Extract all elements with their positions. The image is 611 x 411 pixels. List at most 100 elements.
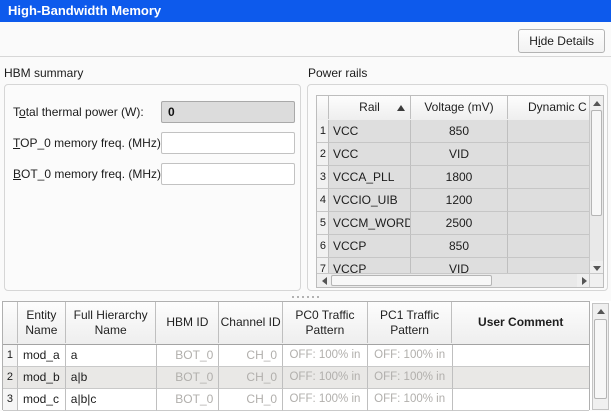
top0-memory-freq-field[interactable] <box>161 132 295 154</box>
rail-cell[interactable]: VCCM_WORD <box>329 212 411 235</box>
dynamic-current-cell[interactable] <box>508 166 591 189</box>
user-comment-cell[interactable] <box>453 345 590 367</box>
entity-name-cell[interactable]: mod_a <box>18 345 66 367</box>
power-rails-table: Rail Voltage (mV) Dynamic C 1 VCC 850 2 … <box>316 95 604 288</box>
power-rails-header-row: Rail Voltage (mV) Dynamic C <box>317 96 603 121</box>
row-number: 6 <box>317 235 329 258</box>
dynamic-current-cell[interactable] <box>508 120 591 143</box>
rail-cell[interactable]: VCCP <box>329 235 411 258</box>
table-row: 4 VCCIO_UIB 1200 <box>317 189 591 212</box>
hbm-id-cell[interactable]: BOT_0 <box>157 345 220 367</box>
channel-id-column-header[interactable]: Channel ID <box>219 302 283 343</box>
vscroll-thumb[interactable] <box>591 110 602 216</box>
entity-corner-header <box>3 302 18 343</box>
row-number: 3 <box>317 166 329 189</box>
table-row: 5 VCCM_WORD 2500 <box>317 212 591 235</box>
power-rails-corner-header <box>317 96 329 119</box>
pc1-traffic-cell[interactable]: OFF: 100% in ... <box>368 367 453 389</box>
channel-id-cell[interactable]: CH_0 <box>219 389 283 411</box>
hbm-id-column-header[interactable]: HBM ID <box>156 302 219 343</box>
hierarchy-cell[interactable]: a|b <box>66 367 157 389</box>
power-rails-vscrollbar[interactable] <box>589 96 603 275</box>
table-row: 3 mod_c a|b|c BOT_0 CH_0 OFF: 100% in ..… <box>3 389 589 411</box>
entity-vscrollbar[interactable] <box>592 303 609 410</box>
pc0-traffic-column-header[interactable]: PC0 Traffic Pattern <box>283 302 368 343</box>
full-hierarchy-column-header[interactable]: Full Hierarchy Name <box>66 302 157 343</box>
toolbar-strip: Hide Details <box>0 22 611 57</box>
table-row: 1 VCC 850 <box>317 120 591 143</box>
voltage-cell[interactable]: 1800 <box>411 166 508 189</box>
pc0-traffic-cell[interactable]: OFF: 100% in ... <box>283 389 368 411</box>
scroll-down-icon <box>593 266 601 271</box>
dynamic-current-cell[interactable] <box>508 235 591 258</box>
power-rails-body: 1 VCC 850 2 VCC VID 3 VCCA_PLL 1800 4 VC… <box>317 120 591 275</box>
table-row: 1 mod_a a BOT_0 CH_0 OFF: 100% in ... OF… <box>3 345 589 367</box>
entity-name-cell[interactable]: mod_b <box>18 367 66 389</box>
entity-name-column-header[interactable]: Entity Name <box>18 302 66 343</box>
voltage-cell[interactable]: 1200 <box>411 189 508 212</box>
user-comment-cell[interactable] <box>453 389 590 411</box>
rail-cell[interactable]: VCCA_PLL <box>329 166 411 189</box>
voltage-column-header[interactable]: Voltage (mV) <box>411 96 508 119</box>
channel-id-cell[interactable]: CH_0 <box>219 345 283 367</box>
pc0-traffic-cell[interactable]: OFF: 100% in ... <box>283 345 368 367</box>
pc1-traffic-cell[interactable]: OFF: 100% in ... <box>368 389 453 411</box>
hbm-summary-groupbox: Total thermal power (W): TOP_0 memory fr… <box>4 84 301 291</box>
vscroll-thumb[interactable] <box>594 319 607 399</box>
table-row: 3 VCCA_PLL 1800 <box>317 166 591 189</box>
dynamic-current-column-header[interactable]: Dynamic C <box>508 96 591 119</box>
table-row: 2 mod_b a|b BOT_0 CH_0 OFF: 100% in ... … <box>3 367 589 389</box>
pc1-traffic-column-header[interactable]: PC1 Traffic Pattern <box>368 302 453 343</box>
total-thermal-power-field[interactable] <box>161 101 295 123</box>
hierarchy-cell[interactable]: a|b|c <box>66 389 157 411</box>
bot0-memory-freq-label: BOT_0 memory freq. (MHz): <box>13 163 164 185</box>
scroll-up-button[interactable] <box>590 96 603 110</box>
panel-title: High-Bandwidth Memory <box>0 0 611 22</box>
scroll-left-button[interactable] <box>317 274 331 287</box>
power-rails-hscrollbar[interactable] <box>317 273 591 287</box>
bot0-memory-freq-field[interactable] <box>161 163 295 185</box>
power-rails-label: Power rails <box>308 66 367 80</box>
splitter-handle-dots <box>292 296 294 298</box>
voltage-cell[interactable]: 2500 <box>411 212 508 235</box>
top0-memory-freq-label: TOP_0 memory freq. (MHz): <box>13 132 164 154</box>
row-number: 1 <box>3 345 18 367</box>
total-thermal-power-label: Total thermal power (W): <box>13 101 144 123</box>
scroll-right-icon <box>582 277 587 285</box>
dynamic-current-cell[interactable] <box>508 143 591 166</box>
voltage-cell[interactable]: VID <box>411 143 508 166</box>
rail-cell[interactable]: VCCIO_UIB <box>329 189 411 212</box>
pane-splitter[interactable] <box>0 292 611 301</box>
hbm-summary-label: HBM summary <box>4 66 83 80</box>
scroll-up-button[interactable] <box>593 304 608 318</box>
scroll-left-icon <box>322 277 327 285</box>
user-comment-cell[interactable] <box>453 367 590 389</box>
dynamic-current-cell[interactable] <box>508 189 591 212</box>
row-number: 3 <box>3 389 18 411</box>
entity-name-cell[interactable]: mod_c <box>18 389 66 411</box>
scroll-up-icon <box>593 101 601 106</box>
dynamic-current-cell[interactable] <box>508 212 591 235</box>
row-number: 1 <box>317 120 329 143</box>
sort-ascending-icon <box>397 105 405 111</box>
hierarchy-cell[interactable]: a <box>66 345 157 367</box>
voltage-cell[interactable]: 850 <box>411 120 508 143</box>
entity-table: Entity Name Full Hierarchy Name HBM ID C… <box>2 301 590 410</box>
rail-column-header[interactable]: Rail <box>329 96 411 119</box>
table-row: 2 VCC VID <box>317 143 591 166</box>
row-number: 4 <box>317 189 329 212</box>
user-comment-column-header[interactable]: User Comment <box>452 302 589 343</box>
voltage-cell[interactable]: 850 <box>411 235 508 258</box>
pc1-traffic-cell[interactable]: OFF: 100% in ... <box>368 345 453 367</box>
hbm-id-cell[interactable]: BOT_0 <box>157 389 220 411</box>
hbm-id-cell[interactable]: BOT_0 <box>157 367 220 389</box>
rail-cell[interactable]: VCC <box>329 120 411 143</box>
scroll-up-icon <box>597 309 605 314</box>
pc0-traffic-cell[interactable]: OFF: 100% in ... <box>283 367 368 389</box>
hscroll-thumb[interactable] <box>331 275 492 286</box>
channel-id-cell[interactable]: CH_0 <box>219 367 283 389</box>
row-number: 2 <box>317 143 329 166</box>
hide-details-button[interactable]: Hide Details <box>518 29 605 53</box>
scrollbar-corner <box>589 273 603 287</box>
rail-cell[interactable]: VCC <box>329 143 411 166</box>
